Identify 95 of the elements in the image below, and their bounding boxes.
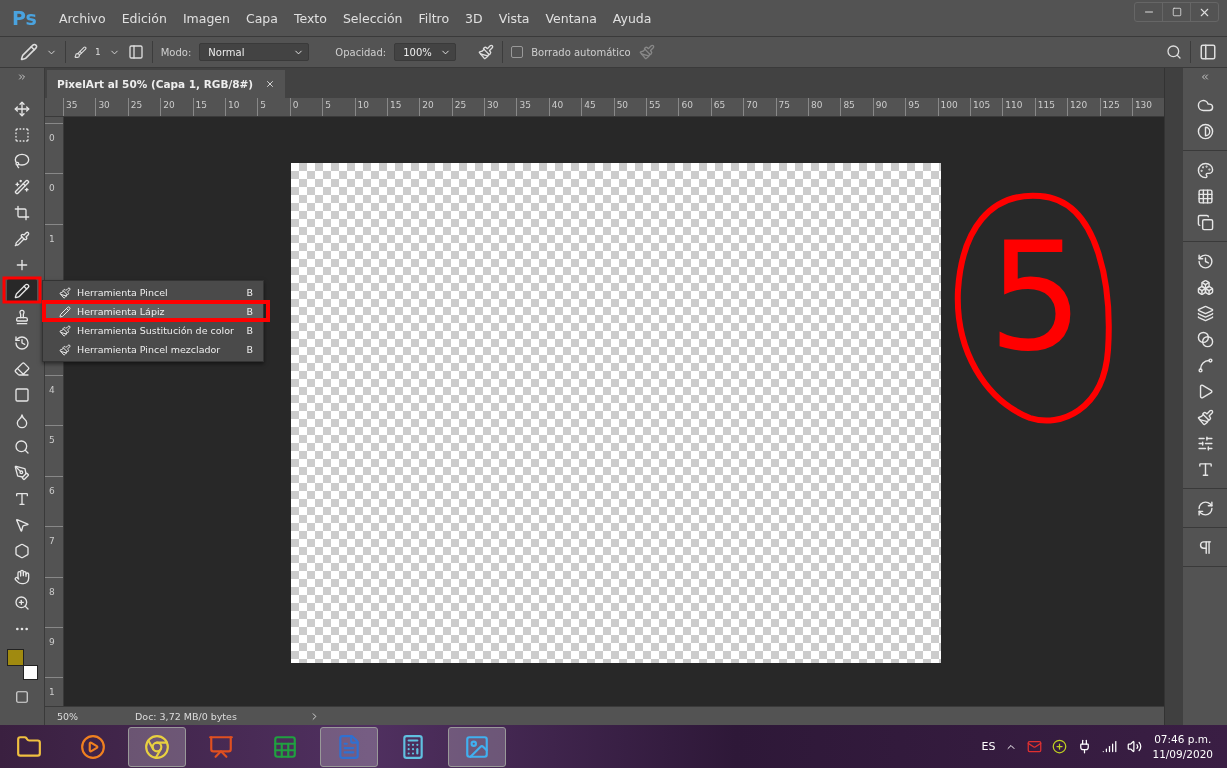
menu-item[interactable]: Ventana — [537, 10, 605, 26]
image-editor-icon[interactable] — [448, 726, 506, 767]
zoom-level: 50% — [56, 710, 80, 722]
flyout-menu-item[interactable]: Herramienta Sustitución de color B — [43, 321, 263, 340]
ruler-label: 45 — [581, 98, 614, 116]
flyout-menu-item[interactable]: Herramienta Pincel B — [43, 283, 263, 302]
ruler-label: 5 — [322, 98, 355, 116]
ruler-label: 95 — [905, 98, 938, 116]
ruler-label: 50 — [613, 98, 647, 116]
close-icon — [265, 79, 276, 89]
menu-item[interactable]: Filtro — [410, 10, 458, 26]
ruler-label: 7 — [49, 536, 55, 547]
ruler-label: 0 — [49, 133, 55, 143]
pencil-icon[interactable] — [20, 43, 38, 61]
menu-item[interactable]: Edición — [113, 10, 175, 26]
mode-dropdown[interactable]: Normal — [199, 43, 310, 61]
search-icon[interactable] — [1166, 44, 1182, 60]
ruler-label: 1 — [49, 687, 55, 698]
ruler-label: 20 — [419, 98, 452, 116]
menu-item[interactable]: Vista — [490, 10, 538, 26]
flyout-menu-item[interactable]: Herramienta Pincel mezclador B — [43, 340, 263, 359]
auto-erase-checkbox[interactable] — [511, 46, 524, 58]
menu-item[interactable]: Imagen — [174, 10, 238, 26]
ruler-label: 115 — [1034, 98, 1068, 116]
quick-mask-icon[interactable] — [15, 690, 29, 704]
document-icon[interactable] — [320, 726, 378, 767]
ruler-label: 20 — [160, 98, 193, 116]
collapse-icon[interactable] — [1200, 72, 1210, 82]
ruler-label: 0 — [289, 98, 323, 116]
ruler-label: 125 — [1099, 98, 1132, 116]
ruler-label: 55 — [646, 98, 679, 116]
ruler-label: 120 — [1067, 98, 1100, 116]
ruler-label: 85 — [840, 98, 873, 116]
ruler-label: 6 — [49, 485, 55, 496]
ruler-label: 30 — [484, 98, 517, 116]
document-size: Doc: 3,72 MB/0 bytes — [134, 710, 238, 722]
ruler-label: 10 — [224, 98, 258, 116]
opacity-field[interactable]: 100% — [394, 43, 457, 61]
menu-item[interactable]: 3D — [457, 10, 491, 26]
annotation-number: 5 — [988, 222, 1084, 372]
ruler-label: 100 — [937, 98, 970, 116]
language-indicator[interactable]: ES — [981, 740, 996, 753]
ruler-label: 25 — [451, 98, 485, 116]
background-color-swatch[interactable] — [23, 665, 38, 680]
menu-item[interactable]: Ayuda — [604, 10, 660, 26]
ruler-label: 25 — [127, 98, 161, 116]
app-logo: Ps — [12, 7, 37, 29]
ruler-label: 35 — [63, 98, 96, 116]
menu-item[interactable]: Selección — [334, 10, 411, 26]
document-tab[interactable]: PixelArt al 50% (Capa 1, RGB/8#) — [47, 70, 286, 98]
ruler-label: 75 — [775, 98, 808, 116]
ruler-label: 105 — [969, 98, 1003, 116]
workspace-icon[interactable] — [1199, 43, 1217, 61]
ruler-label: 4 — [49, 384, 55, 395]
volume-icon[interactable] — [1127, 739, 1143, 754]
ruler-label: 8 — [49, 586, 55, 597]
browser-icon[interactable] — [128, 726, 186, 767]
expand-icon[interactable] — [17, 72, 27, 82]
menu-item[interactable]: Texto — [285, 10, 335, 26]
pressure-icon[interactable] — [478, 44, 495, 60]
pencil-icon — [59, 305, 71, 318]
brush-icon — [59, 343, 71, 356]
ruler-label: 60 — [678, 98, 711, 116]
brush-preset-icon[interactable] — [74, 45, 87, 59]
plus-circle-icon[interactable] — [1052, 739, 1068, 754]
ruler-label: 90 — [872, 98, 906, 116]
brush-icon — [59, 324, 71, 337]
ruler-label: 1 — [49, 233, 55, 244]
menu-item[interactable]: Capa — [237, 10, 286, 26]
opacity-label: Opacidad: — [335, 46, 387, 58]
ruler-label: 10 — [354, 98, 387, 116]
ruler-label: 65 — [710, 98, 744, 116]
mail-icon[interactable] — [1027, 739, 1043, 754]
brush-size: 1 — [95, 47, 101, 57]
ruler-label: 9 — [49, 636, 55, 647]
ruler-label: 0 — [49, 183, 55, 194]
ruler-label: 5 — [257, 98, 290, 116]
menu-item[interactable]: Archivo — [50, 10, 114, 26]
ruler-label: 40 — [548, 98, 582, 116]
ruler-label: 5 — [49, 435, 55, 446]
ruler-label: 15 — [192, 98, 225, 116]
ruler-label: 80 — [808, 98, 841, 116]
ruler-label: 30 — [95, 98, 128, 116]
signal-icon[interactable] — [1102, 739, 1118, 754]
ruler-label: 15 — [386, 98, 420, 116]
auto-erase-label: Borrado automático — [531, 46, 631, 58]
ruler-label: 110 — [1002, 98, 1035, 116]
maximize-icon — [1171, 7, 1182, 17]
ruler-label: 70 — [743, 98, 776, 116]
clock[interactable]: 07:46 p.m. 11/09/2020 — [1152, 731, 1213, 762]
brush-icon — [59, 286, 71, 299]
ruler-label: 35 — [516, 98, 549, 116]
foreground-color-swatch[interactable] — [7, 649, 24, 666]
brush-panel-icon[interactable] — [127, 44, 144, 60]
mode-label: Modo: — [160, 46, 192, 58]
